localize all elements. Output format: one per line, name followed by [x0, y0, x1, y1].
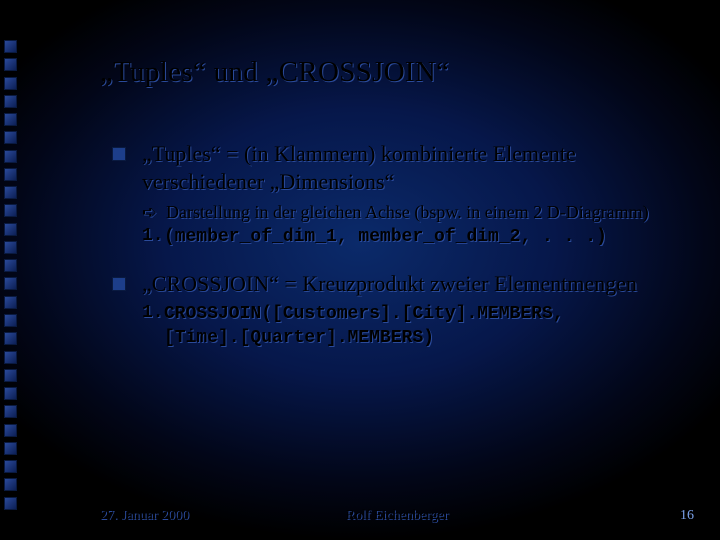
bullet-square-icon: [112, 147, 126, 161]
bullet-text: „Tuples“ = (in Klammern) kombinierte Ele…: [142, 140, 696, 195]
slide-footer: 27. Januar 2000 Rolf Eichenberger 16: [100, 508, 694, 524]
bullet-item: „CROSSJOIN“ = Kreuzprodukt zweier Elemen…: [112, 270, 696, 298]
bullet-square-icon: [112, 277, 126, 291]
bullet-text: „CROSSJOIN“ = Kreuzprodukt zweier Elemen…: [142, 270, 637, 298]
code-line: (member_of_dim_1, member_of_dim_2, . . .…: [164, 226, 607, 249]
sub-note: Darstellung in der gleichen Achse (bspw.…: [166, 201, 649, 224]
code-number: 1.: [142, 226, 164, 246]
footer-date: 27. Januar 2000: [100, 508, 189, 524]
slide-title: „Tuples“ und „CROSSJOIN“: [100, 56, 449, 89]
footer-author: Rolf Eichenberger: [346, 508, 449, 524]
bullet-subblock: ➪ Darstellung in der gleichen Achse (bsp…: [142, 201, 696, 250]
slide-body: „Tuples“ = (in Klammern) kombinierte Ele…: [112, 140, 696, 370]
decorative-rail: [4, 40, 18, 510]
code-number: 1.: [142, 303, 164, 323]
bullet-item: „Tuples“ = (in Klammern) kombinierte Ele…: [112, 140, 696, 195]
arrow-right-icon: ➪: [142, 201, 160, 224]
bullet-subblock: 1. CROSSJOIN([Customers].[City].MEMBERS,…: [142, 303, 696, 350]
code-line: CROSSJOIN([Customers].[City].MEMBERS, [T…: [164, 303, 564, 350]
slide: „Tuples“ und „CROSSJOIN“ „Tuples“ = (in …: [0, 0, 720, 540]
footer-page-number: 16: [680, 508, 694, 524]
